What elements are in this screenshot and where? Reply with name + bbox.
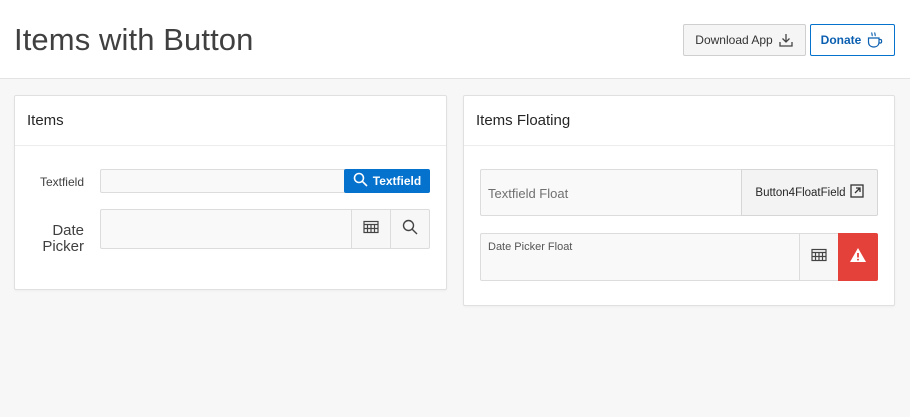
calendar-icon: [363, 220, 379, 239]
datepicker-input[interactable]: [100, 209, 352, 249]
textfield-float-label: Textfield Float: [488, 186, 569, 201]
warning-button[interactable]: [838, 233, 878, 281]
datepicker-search-button[interactable]: [390, 209, 430, 249]
coffee-cup-icon: [866, 31, 884, 49]
datepicker-float-label: Date Picker Float: [488, 241, 573, 253]
download-app-label: Download App: [695, 33, 773, 47]
search-icon: [353, 172, 368, 190]
textfield-input[interactable]: [100, 169, 345, 193]
warning-icon: [849, 247, 867, 268]
textfield-button[interactable]: Textfield: [344, 169, 430, 193]
datepicker-label: Date Picker: [42, 222, 84, 255]
download-app-button[interactable]: Download App: [683, 24, 806, 56]
page-header: Items with Button Download App Donate: [0, 0, 910, 79]
page-title: Items with Button: [14, 22, 254, 57]
donate-button[interactable]: Donate: [810, 24, 895, 56]
calendar-icon: [811, 248, 827, 267]
items-floating-region-title: Items Floating: [464, 96, 894, 146]
textfield-button-label: Textfield: [372, 174, 422, 188]
download-icon: [778, 32, 794, 48]
external-link-icon: [849, 184, 864, 201]
button4floatfield-label: Button4FloatField: [755, 186, 846, 199]
items-region-title: Items: [15, 96, 446, 146]
textfield-label: Textfield: [39, 175, 84, 189]
button4floatfield-button[interactable]: Button4FloatField: [741, 169, 878, 216]
search-icon: [402, 219, 418, 240]
calendar-float-button[interactable]: [799, 233, 839, 281]
calendar-button[interactable]: [351, 209, 391, 249]
donate-label: Donate: [820, 33, 862, 47]
